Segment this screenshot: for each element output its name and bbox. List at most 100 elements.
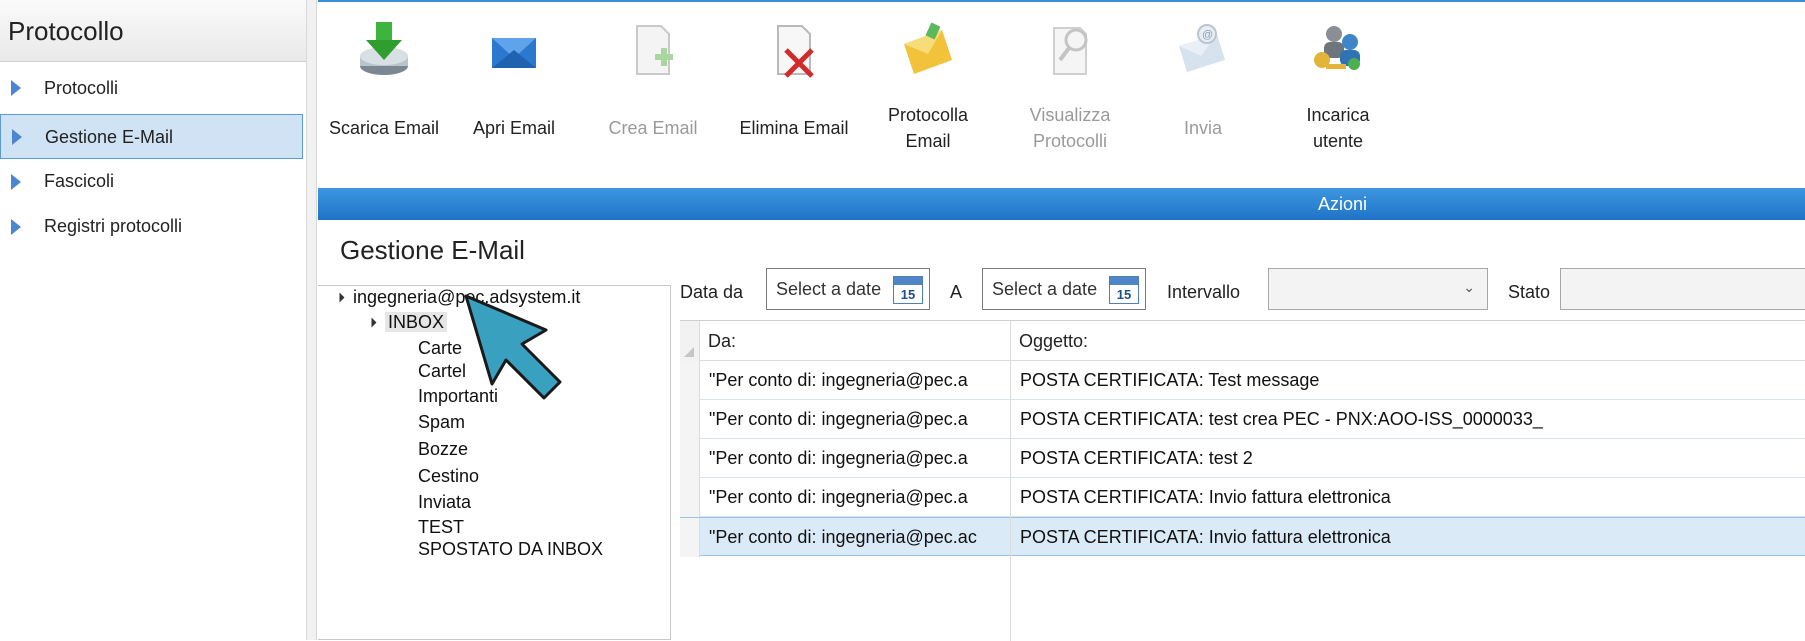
- sidebar-item-label: Fascicoli: [44, 171, 115, 191]
- tree-node-label: INBOX: [385, 312, 448, 332]
- invia-button[interactable]: @ Invia: [1153, 2, 1253, 190]
- visualizza-protocolli-button[interactable]: Visualizza Protocolli: [1010, 2, 1130, 190]
- table-row-selected[interactable]: "Per conto di: ingegneria@pec.ac POSTA C…: [680, 517, 1805, 557]
- date-from-input[interactable]: Select a date: [776, 279, 881, 299]
- label-line-2: utente: [1312, 131, 1364, 151]
- column-divider[interactable]: [1010, 321, 1011, 641]
- incarica-utente-button[interactable]: Incarica utente: [1283, 2, 1393, 190]
- elimina-email-button[interactable]: Elimina Email: [724, 2, 864, 190]
- button-label: Scarica Email: [328, 118, 440, 138]
- cell-from: "Per conto di: ingegneria@pec.a: [709, 487, 968, 507]
- button-label: Invia: [1183, 118, 1223, 138]
- sidebar-item-registri-protocolli[interactable]: Registri protocolli: [0, 204, 306, 249]
- cell-subject: POSTA CERTIFICATA: Invio fattura elettro…: [1020, 487, 1391, 507]
- column-header-subject[interactable]: Oggetto:: [1011, 321, 1805, 361]
- filter-bar: Data da Select a date 15 A Select a date…: [680, 263, 1805, 318]
- cell-from: "Per conto di: ingegneria@pec.a: [709, 370, 968, 390]
- crea-email-button[interactable]: Crea Email: [593, 2, 713, 190]
- collapse-triangle-icon[interactable]: [334, 292, 345, 303]
- tree-folder[interactable]: Cestino: [418, 463, 479, 489]
- button-label: Elimina Email: [739, 118, 849, 138]
- status-label: Stato: [1508, 282, 1551, 302]
- delete-document-icon: [777, 25, 814, 78]
- calendar-day: 15: [900, 287, 916, 302]
- grid-header: Da: Oggetto:: [680, 321, 1805, 361]
- date-from-picker[interactable]: Select a date 15: [766, 268, 930, 310]
- ribbon-group-label: Azioni: [1318, 194, 1368, 214]
- tree-folder[interactable]: SPOSTATO DA INBOX: [418, 536, 603, 562]
- calendar-icon[interactable]: 15: [893, 276, 923, 304]
- interval-label: Intervallo: [1167, 282, 1241, 302]
- calendar-day: 15: [1116, 287, 1132, 302]
- table-row[interactable]: "Per conto di: ingegneria@pec.a POSTA CE…: [680, 400, 1805, 439]
- select-all-corner[interactable]: [680, 321, 700, 361]
- label-line-2: Email: [905, 131, 951, 151]
- tree-folder[interactable]: Inviata: [418, 489, 471, 515]
- tree-folder[interactable]: Cartel: [418, 358, 466, 384]
- tree-folder[interactable]: Bozze: [418, 436, 468, 462]
- pointer-arrow-icon: [464, 294, 562, 400]
- button-label: Incarica utente: [1283, 102, 1393, 154]
- table-row[interactable]: "Per conto di: ingegneria@pec.a POSTA CE…: [680, 478, 1805, 517]
- expand-arrow-icon: [12, 128, 22, 145]
- tree-node-inbox[interactable]: INBOX: [366, 309, 448, 335]
- search-document-icon: [1053, 27, 1088, 75]
- label-line-1: Visualizza: [1029, 105, 1111, 125]
- sidebar-item-fascicoli[interactable]: Fascicoli: [0, 159, 306, 204]
- sidebar-item-gestione-email[interactable]: Gestione E-Mail: [0, 114, 303, 159]
- new-document-icon: [636, 25, 673, 75]
- scarica-email-button[interactable]: Scarica Email: [318, 2, 450, 190]
- send-email-icon: @: [1179, 24, 1225, 72]
- tree-folder[interactable]: Spam: [418, 409, 465, 435]
- chevron-down-icon: ⌄: [1463, 279, 1475, 295]
- page-title: Gestione E-Mail: [340, 235, 525, 265]
- calendar-icon[interactable]: 15: [1109, 276, 1139, 304]
- sidebar: Protocollo Protocolli Gestione E-Mail Fa…: [0, 0, 307, 640]
- splitter[interactable]: [307, 0, 317, 640]
- column-header-from[interactable]: Da:: [700, 321, 1010, 361]
- download-drive-icon: [360, 22, 408, 75]
- collapse-triangle-icon[interactable]: [366, 317, 377, 328]
- expand-arrow-icon: [11, 218, 21, 235]
- interval-select[interactable]: ⌄: [1268, 268, 1488, 310]
- button-label: Protocolla Email: [873, 102, 983, 154]
- cell-from: "Per conto di: ingegneria@pec.ac: [709, 527, 977, 547]
- date-to-label: A: [950, 282, 963, 302]
- status-select[interactable]: [1560, 268, 1805, 310]
- row-selector[interactable]: [680, 361, 700, 400]
- cell-from: "Per conto di: ingegneria@pec.a: [709, 409, 968, 429]
- label-line-1: Incarica: [1306, 105, 1370, 125]
- label-line-1: Protocolla: [887, 105, 969, 125]
- yellow-envelope-icon: [904, 22, 952, 74]
- button-label: Visualizza Protocolli: [1010, 102, 1130, 154]
- button-label: Crea Email: [608, 118, 698, 138]
- date-to-picker[interactable]: Select a date 15: [982, 268, 1146, 310]
- cell-subject: POSTA CERTIFICATA: test 2: [1020, 448, 1253, 468]
- sidebar-item-label: Protocolli: [44, 78, 119, 98]
- cell-subject: POSTA CERTIFICATA: Invio fattura elettro…: [1020, 527, 1391, 547]
- row-selector[interactable]: [680, 478, 700, 517]
- button-label: Apri Email: [472, 118, 556, 138]
- row-selector[interactable]: [680, 439, 700, 478]
- email-grid: Da: Oggetto: "Per conto di: ingegneria@p…: [680, 320, 1805, 641]
- apri-email-button[interactable]: Apri Email: [458, 2, 570, 190]
- sidebar-title: Protocollo: [0, 0, 306, 62]
- sidebar-item-protocolli[interactable]: Protocolli: [0, 62, 306, 114]
- ribbon-group-bar: Azioni: [318, 188, 1805, 220]
- row-selector[interactable]: [680, 518, 700, 557]
- expand-arrow-icon: [11, 80, 21, 96]
- table-row[interactable]: "Per conto di: ingegneria@pec.a POSTA CE…: [680, 361, 1805, 400]
- cell-subject: POSTA CERTIFICATA: Test message: [1020, 370, 1320, 390]
- table-row[interactable]: "Per conto di: ingegneria@pec.a POSTA CE…: [680, 439, 1805, 478]
- sidebar-item-label: Gestione E-Mail: [45, 127, 174, 147]
- expand-arrow-icon: [11, 173, 21, 190]
- label-line-2: Protocolli: [1032, 131, 1108, 151]
- row-selector[interactable]: [680, 400, 700, 439]
- date-to-input[interactable]: Select a date: [992, 279, 1097, 299]
- protocolla-email-button[interactable]: Protocolla Email: [873, 2, 983, 190]
- users-key-icon: [1314, 26, 1360, 70]
- cell-subject: POSTA CERTIFICATA: test crea PEC - PNX:A…: [1020, 409, 1543, 429]
- open-envelope-icon: [492, 38, 536, 68]
- sidebar-item-label: Registri protocolli: [44, 216, 183, 236]
- cell-from: "Per conto di: ingegneria@pec.a: [709, 448, 968, 468]
